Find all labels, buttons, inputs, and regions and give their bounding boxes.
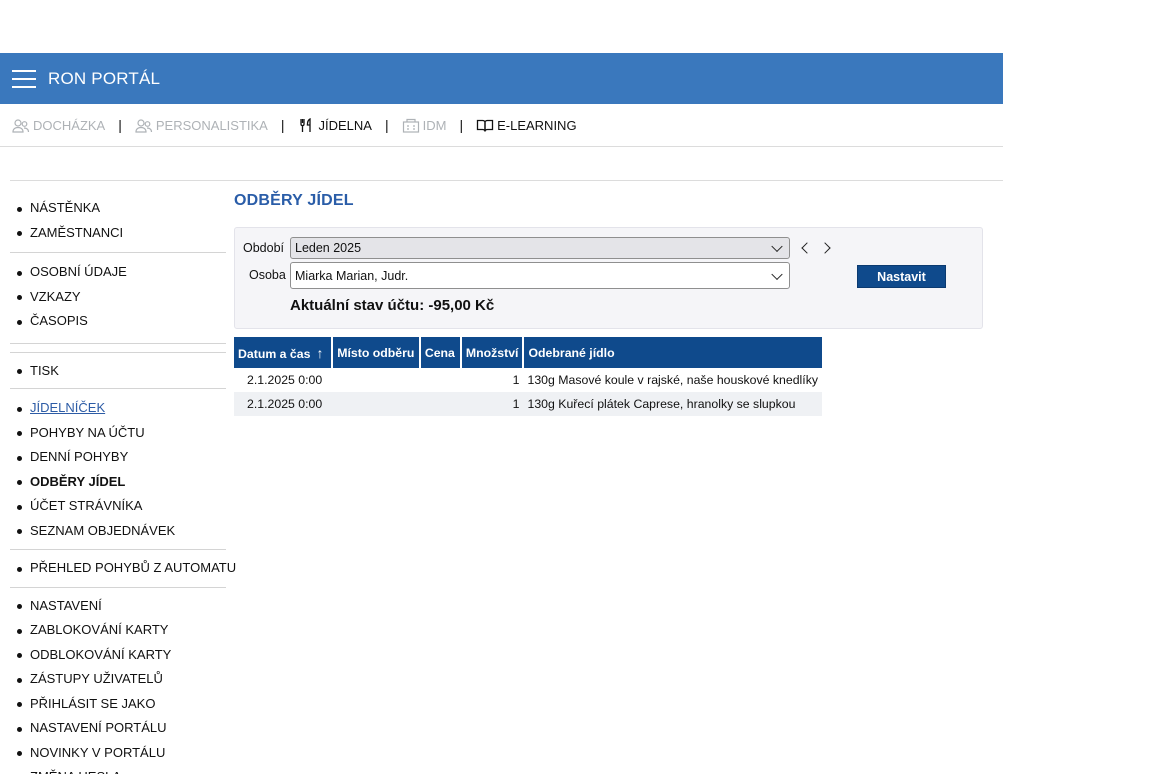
meals-table: Datum a čas ↑ Místo odběru Cena Množství …	[234, 337, 822, 416]
sidebar-item-seznam-objednavek[interactable]: SEZNAM OBJEDNÁVEK	[0, 519, 226, 544]
column-header-quantity[interactable]: Množství	[460, 337, 525, 368]
person-label: Osoba	[249, 268, 286, 282]
cell-date: 2.1.2025 0:00	[234, 392, 333, 416]
sidebar-item-casopis[interactable]: ČASOPIS	[0, 309, 226, 334]
cell-price	[419, 368, 461, 392]
sidebar-item-zmena-hesla[interactable]: ZMĚNA HESLA	[0, 765, 226, 774]
cell-place	[332, 368, 420, 392]
module-separator: |	[384, 117, 389, 133]
period-select[interactable]: Leden 2025	[290, 237, 790, 259]
sidebar-divider	[10, 342, 226, 344]
module-separator: |	[459, 117, 464, 133]
module-dochazka[interactable]: DOCHÁZKA	[12, 118, 105, 133]
sidebar-divider	[10, 388, 226, 389]
sidebar-item-odblokovani-karty[interactable]: ODBLOKOVÁNÍ KARTY	[0, 643, 226, 668]
sort-ascending-icon: ↑	[316, 344, 324, 361]
sidebar-item-osobni-udaje[interactable]: OSOBNÍ ÚDAJE	[0, 260, 226, 285]
period-value: Leden 2025	[295, 241, 362, 255]
module-elearning[interactable]: E-LEARNING	[476, 117, 577, 133]
module-label: E-LEARNING	[497, 117, 577, 133]
cutlery-icon	[299, 117, 311, 132]
sidebar-divider	[10, 549, 226, 550]
cell-date: 2.1.2025 0:00	[234, 368, 333, 392]
app-title: RON PORTÁL	[48, 68, 161, 88]
sidebar-group: NÁSTĚNKA ZAMĚSTNANCI	[0, 196, 226, 245]
sidebar-item-prehled-pohybu[interactable]: PŘEHLED POHYBŮ Z AUTOMATU	[0, 556, 236, 581]
cell-meal: 130g Kuřecí plátek Caprese, hranolky se …	[523, 392, 822, 416]
cell-quantity: 1	[460, 392, 524, 416]
sidebar-item-denni-pohyby[interactable]: DENNÍ POHYBY	[0, 445, 226, 470]
users-icon	[135, 118, 152, 133]
module-label: JÍDELNA	[318, 117, 372, 133]
sidebar-group: OSOBNÍ ÚDAJE VZKAZY ČASOPIS	[0, 260, 226, 334]
sidebar-item-pohyby-na-uctu[interactable]: POHYBY NA ÚČTU	[0, 421, 226, 446]
sidebar-group: PŘEHLED POHYBŮ Z AUTOMATU	[0, 556, 236, 581]
module-jidelna[interactable]: JÍDELNA	[298, 117, 372, 133]
module-separator: |	[280, 117, 285, 133]
filter-panel: Období Leden 2025 Osoba Miarka Marian, J…	[234, 227, 983, 329]
sidebar-item-ucet-stravnika[interactable]: ÚČET STRÁVNÍKA	[0, 494, 226, 519]
cell-quantity: 1	[460, 368, 524, 392]
module-nav: DOCHÁZKA | PERSONALISTIKA | JÍDELNA | ID…	[0, 104, 1003, 147]
table-header-row: Datum a čas ↑ Místo odběru Cena Množství …	[234, 337, 822, 368]
sidebar-item-tisk[interactable]: TISK	[0, 359, 226, 384]
sidebar-item-zastupy-uzivatelu[interactable]: ZÁSTUPY UŽIVATELŮ	[0, 667, 226, 692]
sidebar-item-zablokovani-karty[interactable]: ZABLOKOVÁNÍ KARTY	[0, 618, 226, 643]
sidebar-divider	[10, 351, 226, 353]
sidebar-item-nastaveni[interactable]: NASTAVENÍ	[0, 594, 226, 619]
period-label: Období	[243, 241, 285, 255]
chevron-down-icon	[771, 268, 783, 280]
top-bar: RON PORTÁL	[0, 53, 1003, 104]
main-content: ODBĚRY JÍDEL Období Leden 2025 Osoba Mia…	[234, 192, 983, 416]
sidebar-item-novinky-v-portalu[interactable]: NOVINKY V PORTÁLU	[0, 741, 226, 766]
module-label: DOCHÁZKA	[33, 117, 106, 133]
book-icon	[476, 119, 494, 132]
menu-icon[interactable]	[12, 69, 36, 88]
sidebar-group: TISK	[0, 359, 226, 384]
chevron-down-icon	[771, 240, 783, 253]
sidebar-group: NASTAVENÍ ZABLOKOVÁNÍ KARTY ODBLOKOVÁNÍ …	[0, 594, 226, 774]
column-header-price[interactable]: Cena	[419, 337, 462, 368]
set-button[interactable]: Nastavit	[857, 265, 946, 288]
sidebar: NÁSTĚNKA ZAMĚSTNANCI OSOBNÍ ÚDAJE VZKAZY…	[0, 196, 236, 774]
module-label: PERSONALISTIKA	[155, 117, 268, 133]
next-period-button[interactable]	[819, 240, 835, 256]
account-balance: Aktuální stav účtu: -95,00 Kč	[290, 297, 495, 314]
table-row[interactable]: 2.1.2025 0:00 1 130g Kuřecí plátek Capre…	[234, 392, 822, 416]
sidebar-item-nastaveni-portalu[interactable]: NASTAVENÍ PORTÁLU	[0, 716, 226, 741]
page-title: ODBĚRY JÍDEL	[234, 192, 354, 209]
sidebar-item-nastenka[interactable]: NÁSTĚNKA	[0, 196, 226, 221]
sidebar-divider	[10, 586, 226, 588]
column-header-meal[interactable]: Odebrané jídlo	[523, 337, 822, 368]
person-value: Miarka Marian, Judr.	[295, 268, 409, 283]
sidebar-item-prihlasit-se-jako[interactable]: PŘIHLÁSIT SE JAKO	[0, 692, 226, 717]
sidebar-divider	[10, 252, 226, 253]
column-header-place[interactable]: Místo odběru	[332, 337, 421, 368]
module-personalistika[interactable]: PERSONALISTIKA	[135, 118, 268, 133]
column-header-date[interactable]: Datum a čas ↑	[234, 337, 334, 368]
sidebar-item-jidelnicek[interactable]: JÍDELNÍČEK	[0, 396, 226, 421]
module-separator: |	[118, 117, 122, 133]
cell-place	[332, 392, 420, 416]
sidebar-item-zamestnanci[interactable]: ZAMĚSTNANCI	[0, 221, 226, 246]
building-icon	[402, 118, 419, 133]
divider	[10, 180, 1003, 181]
module-label: IDM	[422, 117, 447, 133]
person-select[interactable]: Miarka Marian, Judr.	[290, 262, 790, 289]
sidebar-group: JÍDELNÍČEK POHYBY NA ÚČTU DENNÍ POHYBY O…	[0, 396, 226, 543]
prev-period-button[interactable]	[797, 240, 813, 256]
module-idm[interactable]: IDM	[402, 117, 447, 133]
sidebar-item-vzkazy[interactable]: VZKAZY	[0, 285, 226, 310]
cell-price	[419, 392, 461, 416]
sidebar-item-odbery-jidel[interactable]: ODBĚRY JÍDEL	[0, 470, 226, 495]
table-row[interactable]: 2.1.2025 0:00 1 130g Masové koule v rajs…	[234, 368, 822, 392]
cell-meal: 130g Masové koule v rajské, naše houskov…	[523, 368, 822, 392]
users-icon	[12, 118, 30, 133]
